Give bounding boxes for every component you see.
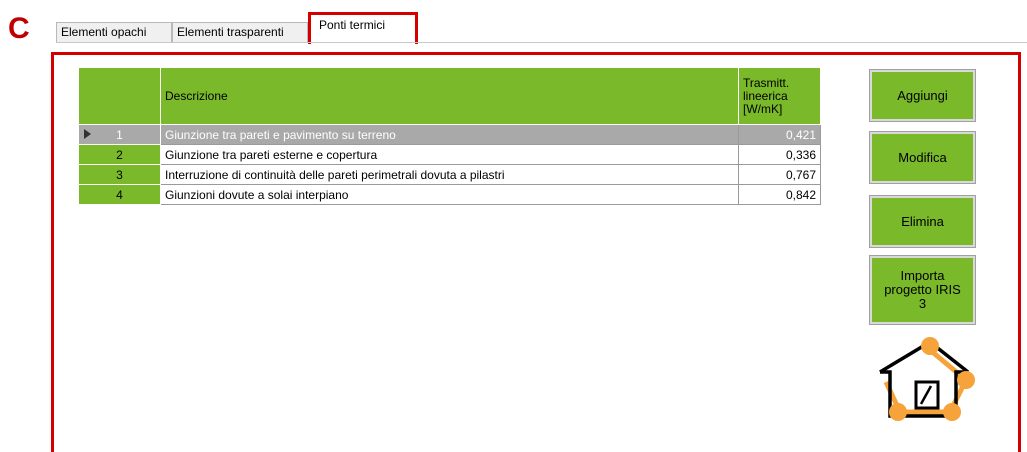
tab-elementi-opachi[interactable]: Elementi opachi bbox=[56, 22, 172, 42]
panel-letter: C bbox=[8, 12, 30, 45]
row-header[interactable]: 1 bbox=[78, 124, 161, 145]
cell-descrizione[interactable]: Giunzioni dovute a solai interpiano bbox=[160, 184, 739, 205]
row-number: 1 bbox=[116, 127, 123, 142]
tab-divider bbox=[56, 42, 1027, 43]
row-header[interactable]: 2 bbox=[78, 144, 161, 165]
cell-trasmittanza[interactable]: 0,421 bbox=[738, 124, 821, 145]
cell-descrizione[interactable]: Interruzione di continuità delle pareti … bbox=[160, 164, 739, 185]
row-selector-icon bbox=[84, 129, 91, 139]
table-row[interactable]: 3 Interruzione di continuità delle paret… bbox=[78, 164, 821, 185]
delete-button[interactable]: Elimina bbox=[869, 195, 976, 248]
tab-ponti-termici[interactable]: Ponti termici bbox=[308, 12, 418, 44]
cell-trasmittanza[interactable]: 0,336 bbox=[738, 144, 821, 165]
table-row[interactable]: 4 Giunzioni dovute a solai interpiano 0,… bbox=[78, 184, 821, 205]
grid-header-row: Descrizione Trasmitt. lineerica [W/mK] bbox=[78, 67, 821, 125]
row-number: 2 bbox=[116, 147, 123, 162]
import-iris3-button[interactable]: Importa progetto IRIS 3 bbox=[869, 255, 976, 325]
column-header-trasmittanza[interactable]: Trasmitt. lineerica [W/mK] bbox=[738, 67, 821, 125]
row-header[interactable]: 3 bbox=[78, 164, 161, 185]
thermal-bridges-grid: Descrizione Trasmitt. lineerica [W/mK] 1… bbox=[78, 67, 822, 234]
edit-button[interactable]: Modifica bbox=[869, 131, 976, 184]
table-row[interactable]: 2 Giunzione tra pareti esterne e copertu… bbox=[78, 144, 821, 165]
tab-elementi-trasparenti[interactable]: Elementi trasparenti bbox=[172, 22, 308, 42]
cell-trasmittanza[interactable]: 0,767 bbox=[738, 164, 821, 185]
row-header[interactable]: 4 bbox=[78, 184, 161, 205]
house-network-logo bbox=[879, 337, 975, 421]
cell-trasmittanza[interactable]: 0,842 bbox=[738, 184, 821, 205]
row-header-corner bbox=[78, 67, 161, 125]
cell-descrizione[interactable]: Giunzione tra pareti e pavimento su terr… bbox=[160, 124, 739, 145]
table-row[interactable]: 1 Giunzione tra pareti e pavimento su te… bbox=[78, 124, 821, 145]
add-button[interactable]: Aggiungi bbox=[869, 69, 976, 122]
cell-descrizione[interactable]: Giunzione tra pareti esterne e copertura bbox=[160, 144, 739, 165]
row-number: 3 bbox=[116, 167, 123, 182]
column-header-descrizione[interactable]: Descrizione bbox=[160, 67, 739, 125]
row-number: 4 bbox=[116, 187, 123, 202]
